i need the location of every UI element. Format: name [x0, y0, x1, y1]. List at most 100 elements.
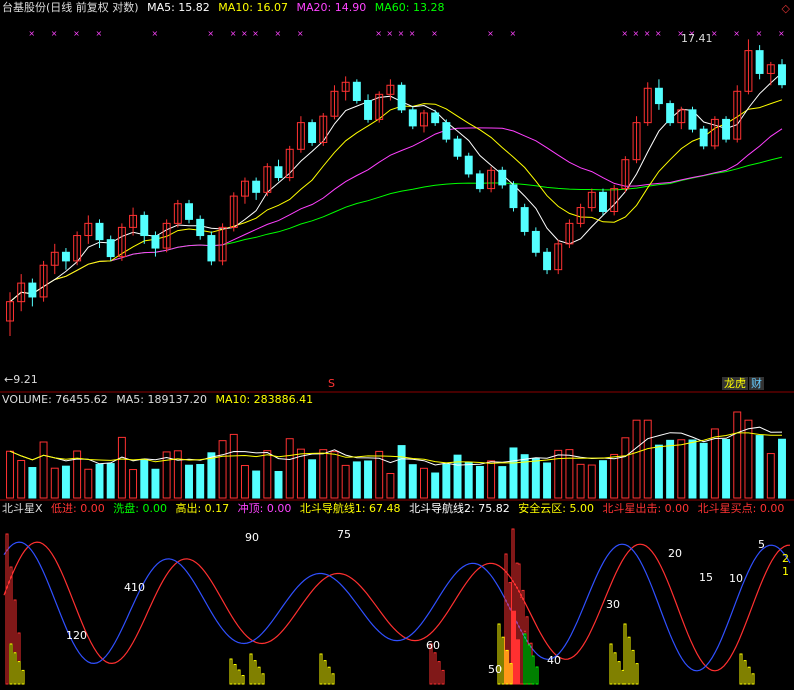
indicator-bar: [501, 636, 505, 685]
low-price-value: 9.21: [13, 373, 38, 386]
volume-bar: [364, 460, 372, 499]
candle-body: [688, 109, 697, 130]
signal-marker: ×: [398, 29, 405, 38]
indicator-bar: [323, 660, 327, 685]
volume-bar: [285, 438, 294, 499]
indicator-bar: [241, 675, 245, 685]
volume-bar: [654, 444, 663, 499]
volume-ma5: MA5: 189137.20: [116, 393, 207, 406]
volume-bar: [28, 467, 37, 499]
signal-marker: ×: [733, 29, 740, 38]
signal-marker: ×: [96, 29, 103, 38]
volume-bar: [162, 451, 171, 499]
kline-chart-area[interactable]: × × × × × × × × × × × × × × × × × × × × × × × × × × × ×: [0, 0, 794, 690]
indicator-bar: [257, 666, 261, 685]
volume-bar: [397, 445, 406, 499]
ma10-line: [9, 99, 783, 303]
volume-bar: [632, 419, 641, 499]
candle-body: [397, 84, 406, 111]
volume-bar: [543, 462, 552, 499]
volume-bar: [330, 451, 339, 499]
volume-bar: [352, 461, 361, 499]
candle-body: [509, 184, 518, 209]
chong-ding-value: 冲顶: 0.00: [237, 502, 292, 515]
indicator-number-9: 15: [699, 571, 713, 584]
ma20-value: MA20: 14.90: [296, 1, 367, 14]
volume-panel-header: VOLUME: 76455.62 MA5: 189137.20 MA10: 28…: [2, 393, 318, 407]
candle-body: [531, 230, 540, 253]
candle-body: [431, 112, 440, 124]
volume-bar: [531, 458, 540, 499]
candle-body: [352, 81, 361, 101]
signal-marker: ×: [73, 29, 80, 38]
indicator-number-10: 10: [729, 572, 743, 585]
signal-marker: ×: [487, 29, 494, 38]
volume-bar: [252, 470, 261, 499]
ma20-line: [9, 127, 783, 303]
volume-bar: [699, 442, 708, 499]
ma60-value: MA60: 13.28: [374, 1, 445, 14]
volume-bar: [587, 464, 596, 499]
candle-body: [755, 50, 764, 74]
indicator-bar: [441, 669, 445, 685]
signal-marker: ×: [431, 29, 438, 38]
volume-bar: [420, 467, 428, 499]
arrow-left-icon: ←: [4, 373, 14, 386]
candle-body: [475, 173, 484, 190]
indicator-bar: [437, 661, 441, 685]
volume-bar: [487, 460, 496, 499]
volume-bar: [95, 463, 104, 499]
volume-bar: [196, 464, 205, 499]
volume-bar: [341, 464, 350, 499]
diamond-icon[interactable]: ◇: [782, 2, 790, 15]
volume-bar: [6, 450, 14, 499]
volume-bar: [106, 463, 115, 499]
high-price-label: 17.41: [681, 33, 713, 45]
volume-bar: [610, 453, 619, 499]
volume-bar: [643, 419, 652, 499]
volume-bar: [722, 438, 731, 499]
candle-body: [196, 218, 205, 237]
candle-body: [408, 109, 417, 127]
signal-marker: ×: [644, 29, 651, 38]
indicator-bar: [253, 660, 257, 685]
indicator-bar: [319, 653, 323, 685]
signal-marker: ×: [778, 29, 785, 38]
volume-bar: [677, 439, 686, 499]
volume-bar: [263, 450, 272, 499]
candle-body: [140, 214, 149, 237]
candle-body: [442, 122, 451, 140]
gao-chu-value: 高出: 0.17: [175, 502, 230, 515]
signal-marker: ×: [151, 29, 158, 38]
signal-marker: ×: [621, 29, 628, 38]
volume-bar: [431, 472, 440, 499]
candle-body: [61, 251, 70, 262]
volume-bar: [766, 453, 775, 499]
cai-tag[interactable]: 财: [749, 377, 764, 390]
candle-body: [654, 87, 663, 105]
volume-bar: [308, 459, 317, 499]
volume-bar: [599, 460, 607, 499]
candle-body: [453, 138, 462, 157]
volume-bar: [117, 436, 126, 499]
volume-bar: [565, 449, 574, 499]
volume-bar: [151, 468, 160, 499]
volume-bar: [129, 469, 138, 499]
volume-bar: [84, 468, 93, 499]
indicator-name: 北斗星X: [2, 502, 43, 515]
indicator-bar: [627, 636, 631, 685]
indicator-bar: [609, 643, 613, 685]
longhu-tag[interactable]: 龙虎: [722, 377, 748, 390]
candle-body: [599, 191, 607, 212]
indicator-bar: [631, 649, 635, 685]
indicator-bar: [743, 660, 747, 685]
s-marker: S: [328, 377, 335, 390]
volume-bar: [39, 441, 48, 499]
indicator-bar: [233, 664, 237, 685]
volume-ma10: MA10: 283886.41: [215, 393, 314, 406]
xi-pan-value: 洗盘: 0.00: [113, 502, 167, 515]
indicator-bar: [237, 669, 241, 685]
indicator-bar: [739, 653, 743, 685]
indicator-number-4: 60: [426, 639, 440, 652]
signal-marker: ×: [241, 29, 248, 38]
